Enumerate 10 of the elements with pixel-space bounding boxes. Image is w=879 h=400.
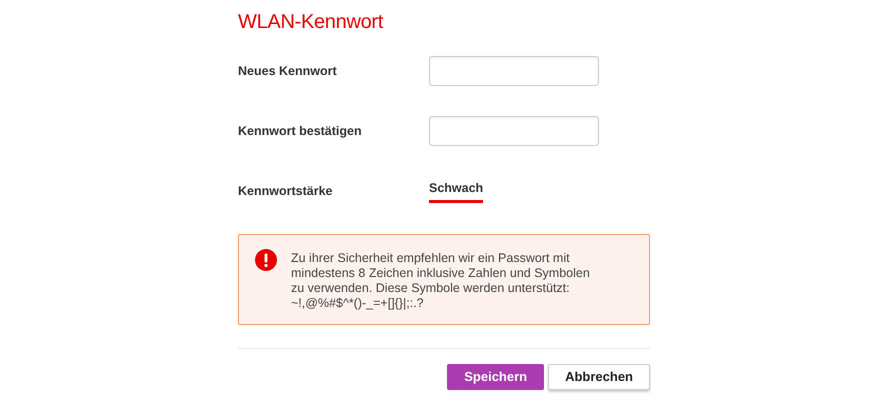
cancel-button[interactable]: Abbrechen [548, 364, 650, 390]
strength-value: Schwach [429, 179, 484, 203]
alert-message: Zu ihrer Sicherheit empfehlen wir ein Passwort mit mindestens 8 Zeichen inklusive Zahlen und Symbolen zu verwenden. Diese Symbole werden unterstützt: ~!,@%#$^*()-_=+[]{}|;:.? [291, 250, 590, 310]
password-field[interactable] [429, 56, 599, 86]
field-label: Neues Kennwort [238, 62, 338, 80]
field-label: Kennwortstärke [238, 182, 334, 200]
field-label: Kennwort bestätigen [238, 122, 363, 140]
password-field[interactable] [429, 116, 599, 146]
page-title: WLAN-Kennwort [238, 10, 384, 34]
save-button[interactable]: Speichern [447, 364, 544, 390]
